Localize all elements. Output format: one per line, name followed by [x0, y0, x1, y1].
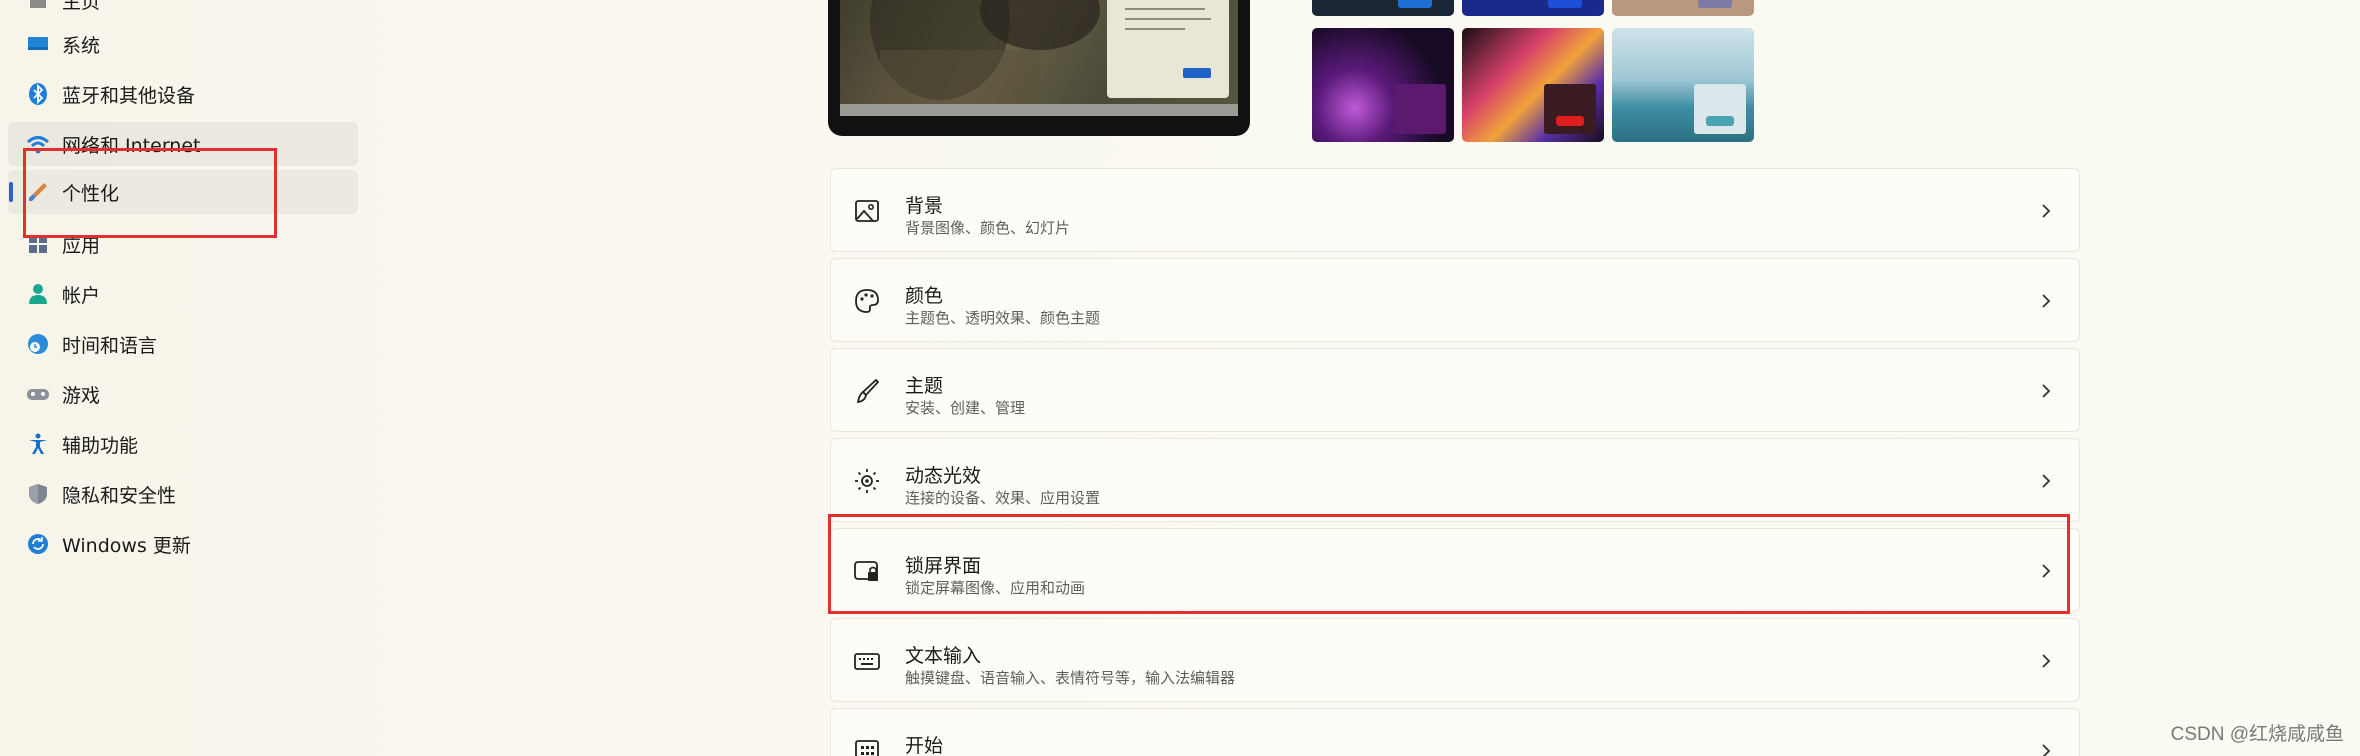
card-title: 背景 — [905, 195, 944, 217]
palette-icon — [853, 287, 881, 315]
gamepad-icon — [26, 382, 50, 406]
sidebar-item-label: Windows 更新 — [62, 534, 191, 557]
thumbnail-accent-chip — [1556, 116, 1584, 126]
theme-thumbnail[interactable] — [1462, 28, 1604, 142]
keyboard-icon — [853, 647, 881, 675]
lighting-icon — [853, 467, 881, 495]
account-icon — [26, 282, 50, 306]
preview-window-line — [1125, 28, 1185, 30]
start-icon — [853, 737, 881, 756]
preview-window-button — [1183, 68, 1211, 78]
preview-window-line — [1125, 8, 1205, 10]
thumbnail-window-chip — [1694, 84, 1746, 134]
sidebar-item-bluetooth[interactable]: 蓝牙和其他设备 — [8, 72, 358, 116]
theme-thumbnail[interactable] — [1612, 0, 1754, 16]
sidebar-item-system[interactable]: 系统 — [8, 22, 358, 66]
selection-indicator — [9, 182, 13, 202]
thumbnail-window-chip — [1394, 84, 1446, 134]
sidebar-item-home[interactable]: 主页 — [8, 0, 358, 22]
thumbnail-window-chip — [1544, 84, 1596, 134]
sidebar-item-label: 蓝牙和其他设备 — [62, 84, 196, 107]
card-title: 颜色 — [905, 285, 944, 307]
sidebar-item-label: 帐户 — [62, 284, 101, 307]
chevron-right-icon — [2039, 651, 2053, 671]
sidebar-item-gaming[interactable]: 游戏 — [8, 372, 358, 416]
chevron-right-icon — [2039, 201, 2053, 221]
sidebar-item-privacy[interactable]: 隐私和安全性 — [8, 472, 358, 516]
settings-card-colors[interactable]: 颜色 主题色、透明效果、颜色主题 — [830, 258, 2080, 342]
preview-taskbar — [840, 104, 1238, 116]
watermark: CSDN @红烧咸咸鱼 — [2170, 724, 2344, 745]
card-subtitle: 背景图像、颜色、幻灯片 — [905, 219, 1071, 237]
theme-brush-icon — [853, 377, 881, 405]
theme-thumbnail[interactable] — [1462, 0, 1604, 16]
sidebar-item-accounts[interactable]: 帐户 — [8, 272, 358, 316]
card-title: 开始 — [905, 735, 944, 756]
sidebar-item-label: 辅助功能 — [62, 434, 139, 457]
chevron-right-icon — [2039, 741, 2053, 756]
highlight-box-lock-screen — [828, 514, 2070, 614]
card-subtitle: 主题色、透明效果、颜色主题 — [905, 309, 1101, 327]
thumbnail-accent-chip — [1398, 0, 1432, 8]
sidebar-item-label: 游戏 — [62, 384, 101, 407]
preview-window-line — [1125, 18, 1211, 20]
settings-card-start[interactable]: 开始 — [830, 708, 2080, 756]
sidebar-item-accessibility[interactable]: 辅助功能 — [8, 422, 358, 466]
thumbnail-accent-chip — [1698, 0, 1732, 8]
theme-thumbnail[interactable] — [1312, 28, 1454, 142]
sidebar-item-label: 时间和语言 — [62, 334, 158, 357]
system-icon — [26, 32, 50, 56]
chevron-right-icon — [2039, 291, 2053, 311]
thumbnail-accent-chip — [1548, 0, 1582, 8]
settings-card-themes[interactable]: 主题 安装、创建、管理 — [830, 348, 2080, 432]
bluetooth-icon — [26, 82, 50, 106]
update-icon — [26, 532, 50, 556]
highlight-box-personalization — [23, 148, 277, 238]
preview-window — [1107, 0, 1229, 98]
chevron-right-icon — [2039, 381, 2053, 401]
settings-card-background[interactable]: 背景 背景图像、颜色、幻灯片 — [830, 168, 2080, 252]
card-subtitle: 连接的设备、效果、应用设置 — [905, 489, 1101, 507]
card-title: 文本输入 — [905, 645, 982, 667]
card-title: 主题 — [905, 375, 944, 397]
card-subtitle: 安装、创建、管理 — [905, 399, 1026, 417]
sidebar: 主页 系统 蓝牙和其他设备 网络和 Internet 个性化 应用 帐户 时间和… — [0, 0, 370, 756]
card-title: 动态光效 — [905, 465, 982, 487]
shield-icon — [26, 482, 50, 506]
chevron-right-icon — [2039, 471, 2053, 491]
home-icon — [26, 0, 50, 12]
sidebar-item-windows-update[interactable]: Windows 更新 — [8, 522, 358, 566]
sidebar-item-label: 主页 — [62, 0, 101, 13]
settings-card-dynamic-lighting[interactable]: 动态光效 连接的设备、效果、应用设置 — [830, 438, 2080, 522]
sidebar-item-label: 系统 — [62, 34, 101, 57]
sidebar-item-time-language[interactable]: 时间和语言 — [8, 322, 358, 366]
theme-thumbnail[interactable] — [1312, 0, 1454, 16]
thumbnail-accent-chip — [1706, 116, 1734, 126]
globe-clock-icon — [26, 332, 50, 356]
theme-thumbnail[interactable] — [1612, 28, 1754, 142]
sidebar-item-label: 隐私和安全性 — [62, 484, 177, 507]
settings-card-text-input[interactable]: 文本输入 触摸键盘、语音输入、表情符号等，输入法编辑器 — [830, 618, 2080, 702]
image-icon — [853, 197, 881, 225]
card-subtitle: 触摸键盘、语音输入、表情符号等，输入法编辑器 — [905, 669, 1236, 687]
accessibility-icon — [26, 432, 50, 456]
